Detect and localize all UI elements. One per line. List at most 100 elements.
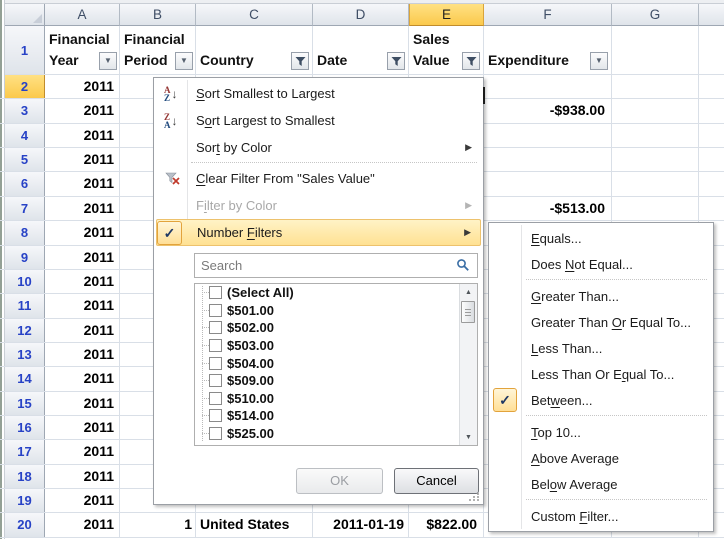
checkbox[interactable] (209, 427, 222, 440)
cell-year[interactable]: 2011 (45, 343, 114, 366)
scrollbar-thumb[interactable] (461, 301, 475, 323)
row-header-1[interactable]: 1 (5, 26, 45, 75)
row-header[interactable]: 5 (5, 148, 45, 171)
row-header[interactable]: 9 (5, 246, 45, 269)
row-header[interactable]: 11 (5, 294, 45, 317)
column-header-a[interactable]: A (45, 4, 120, 26)
column-header-partial[interactable] (699, 4, 724, 26)
cell-year[interactable]: 2011 (45, 416, 114, 439)
checkbox[interactable] (209, 339, 222, 352)
cell-year[interactable]: 2011 (45, 513, 114, 536)
menu-item-sort-smallest-to-largest[interactable]: AZ↓ Sort Smallest to Largest (156, 80, 481, 107)
cell-year[interactable]: 2011 (45, 197, 114, 220)
select-all-corner[interactable] (5, 4, 45, 26)
cell-year[interactable]: 2011 (45, 75, 114, 98)
cell-year[interactable]: 2011 (45, 367, 114, 390)
cell-year[interactable]: 2011 (45, 294, 114, 317)
cell-year[interactable]: 2011 (45, 148, 114, 171)
checkbox[interactable] (209, 357, 222, 370)
row-header[interactable]: 10 (5, 270, 45, 293)
row-header[interactable]: 7 (5, 197, 45, 220)
row-header[interactable]: 14 (5, 367, 45, 390)
cell-year[interactable]: 2011 (45, 440, 114, 463)
filter-button-financial-period[interactable]: ▼ (175, 52, 193, 70)
row-header[interactable]: 3 (5, 99, 45, 122)
submenu-item-custom-filter[interactable]: Custom Filter... (491, 503, 711, 529)
submenu-item-less-than[interactable]: Less Than... (491, 335, 711, 361)
submenu-item-between[interactable]: Between... (491, 387, 711, 413)
checkbox[interactable] (209, 445, 222, 446)
cell-year[interactable]: 2011 (45, 319, 114, 342)
cell-date[interactable]: 2011-01-19 (313, 513, 404, 536)
cell-expenditure[interactable] (484, 148, 605, 171)
cell-year[interactable]: 2011 (45, 99, 114, 122)
cell-year[interactable]: 2011 (45, 221, 114, 244)
row-header[interactable]: 16 (5, 416, 45, 439)
resize-grip[interactable] (468, 492, 480, 502)
checkbox[interactable] (209, 286, 222, 299)
filter-button-financial-year[interactable]: ▼ (99, 52, 117, 70)
cell-year[interactable]: 2011 (45, 392, 114, 415)
column-header-f[interactable]: F (484, 4, 612, 26)
column-header-g[interactable]: G (612, 4, 699, 26)
row-header[interactable]: 2 (5, 75, 45, 98)
menu-item-clear-filter[interactable]: Clear Filter From "Sales Value" (156, 165, 481, 192)
cell-country[interactable]: United States (200, 513, 312, 536)
cell-year[interactable]: 2011 (45, 270, 114, 293)
submenu-item-below-average[interactable]: Below Average (491, 471, 711, 497)
column-header-e-selected[interactable]: E (409, 4, 484, 26)
filter-dropdown-menu: AZ↓ Sort Smallest to Largest ZA↓ Sort La… (153, 77, 484, 505)
menu-item-sort-largest-to-smallest[interactable]: ZA↓ Sort Largest to Smallest (156, 107, 481, 134)
checkbox[interactable] (209, 392, 222, 405)
row-header[interactable]: 13 (5, 343, 45, 366)
checkbox[interactable] (209, 374, 222, 387)
row-header[interactable]: 17 (5, 440, 45, 463)
list-item: $514.00 (195, 407, 477, 425)
row-header[interactable]: 8 (5, 221, 45, 244)
submenu-item-above-average[interactable]: Above Average (491, 445, 711, 471)
submenu-item-greater-than[interactable]: Greater Than... (491, 283, 711, 309)
column-header-b[interactable]: B (120, 4, 196, 26)
column-header-c[interactable]: C (196, 4, 313, 26)
cell-expenditure[interactable] (484, 75, 605, 98)
scrollbar[interactable]: ▲ ▼ (459, 284, 477, 445)
row-header[interactable]: 4 (5, 124, 45, 147)
checkbox[interactable] (209, 321, 222, 334)
checkbox[interactable] (209, 304, 222, 317)
submenu-item-less-than-or-equal[interactable]: Less Than Or Equal To... (491, 361, 711, 387)
cell-expenditure[interactable] (484, 124, 605, 147)
menu-separator (191, 162, 477, 163)
cell-sales[interactable]: $822.00 (409, 513, 477, 536)
cell-expenditure[interactable]: -$513.00 (484, 197, 605, 220)
submenu-item-equals[interactable]: Equals... (491, 225, 711, 251)
cell-year[interactable]: 2011 (45, 172, 114, 195)
cell-expenditure[interactable]: -$938.00 (484, 99, 605, 122)
menu-item-number-filters[interactable]: Number Filters ▶ (156, 219, 481, 246)
submenu-item-does-not-equal[interactable]: Does Not Equal... (491, 251, 711, 277)
filter-button-date[interactable] (387, 52, 405, 70)
filter-button-sales-value[interactable] (462, 52, 480, 70)
cell-period[interactable]: 1 (120, 513, 192, 536)
submenu-item-greater-than-or-equal[interactable]: Greater Than Or Equal To... (491, 309, 711, 335)
row-header[interactable]: 12 (5, 319, 45, 342)
checkbox[interactable] (209, 409, 222, 422)
cancel-button[interactable]: Cancel (394, 468, 479, 494)
cell-year[interactable]: 2011 (45, 246, 114, 269)
row-header[interactable]: 20 (5, 513, 45, 536)
scroll-up-button[interactable]: ▲ (460, 284, 477, 300)
column-header-d[interactable]: D (313, 4, 409, 26)
row-header[interactable]: 6 (5, 172, 45, 195)
filter-button-country[interactable] (291, 52, 309, 70)
cell-year[interactable]: 2011 (45, 465, 114, 488)
row-header[interactable]: 15 (5, 392, 45, 415)
submenu-item-top-10[interactable]: Top 10... (491, 419, 711, 445)
scroll-down-button[interactable]: ▼ (460, 429, 477, 445)
cell-year[interactable]: 2011 (45, 124, 114, 147)
search-input[interactable] (194, 253, 478, 278)
menu-item-sort-by-color[interactable]: Sort by Color ▶ (156, 134, 481, 160)
cell-year[interactable]: 2011 (45, 489, 114, 512)
cell-expenditure[interactable] (484, 172, 605, 195)
row-header[interactable]: 19 (5, 489, 45, 512)
row-header[interactable]: 18 (5, 465, 45, 488)
filter-button-expenditure[interactable]: ▼ (590, 52, 608, 70)
